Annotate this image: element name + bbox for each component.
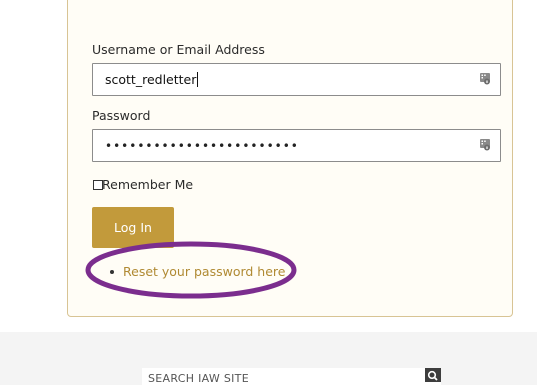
list-bullet xyxy=(110,270,114,274)
search-placeholder: SEARCH IAW SITE xyxy=(148,372,249,385)
log-in-button[interactable]: Log In xyxy=(92,207,174,248)
page: Username or Email Address scott_redlette… xyxy=(0,0,537,385)
site-search-input[interactable]: SEARCH IAW SITE xyxy=(142,368,441,385)
search-button[interactable] xyxy=(425,368,441,382)
password-input[interactable]: •••••••••••••••••••••••• xyxy=(92,129,501,162)
password-manager-icon[interactable] xyxy=(480,139,490,151)
remember-me-label[interactable]: Remember Me xyxy=(102,177,193,192)
username-value: scott_redletter xyxy=(105,72,197,87)
reset-password-link[interactable]: Reset your password here xyxy=(123,264,285,279)
password-manager-icon[interactable] xyxy=(480,73,490,85)
search-icon xyxy=(427,370,438,381)
text-caret xyxy=(197,72,199,87)
password-label: Password xyxy=(92,108,151,123)
username-input[interactable]: scott_redletter xyxy=(92,63,501,96)
password-value: •••••••••••••••••••••••• xyxy=(105,139,299,153)
username-label: Username or Email Address xyxy=(92,42,265,57)
